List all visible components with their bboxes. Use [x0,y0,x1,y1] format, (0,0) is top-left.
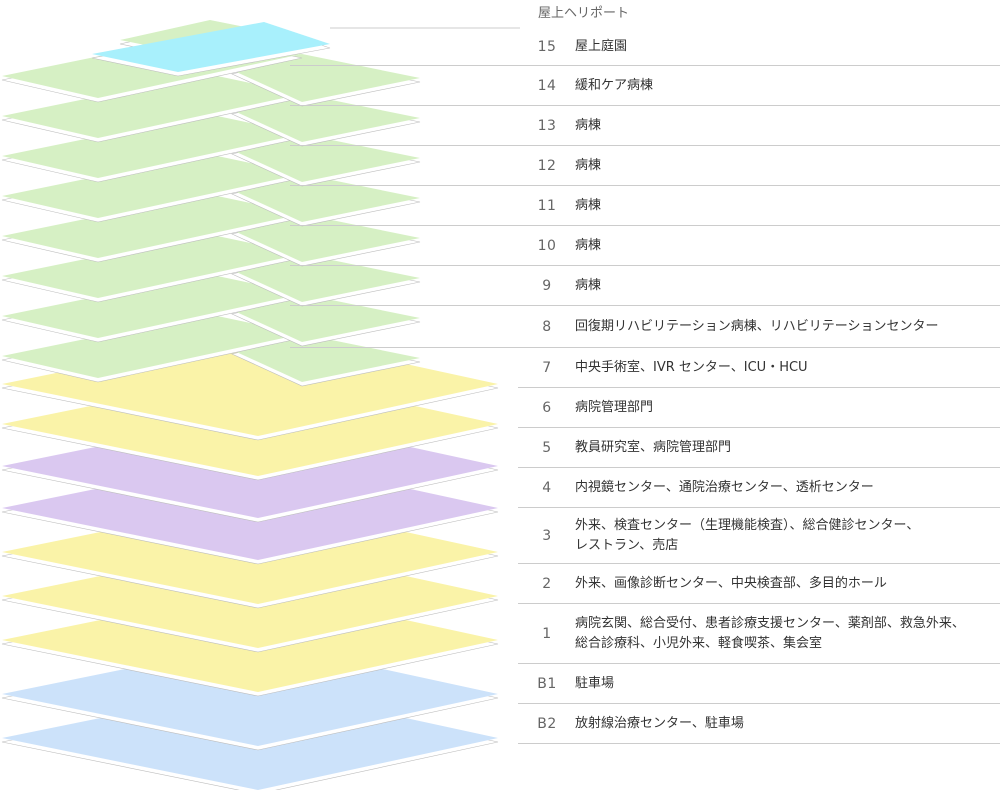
floor-facilities: 中央手術室、IVR センター、ICU・HCU [575,360,808,375]
floor-row-b1: B1 駐車場 [518,664,1000,704]
floor-facilities: 駐車場 [575,676,615,691]
floor-number: 6 [542,400,552,416]
floor-facilities: 外来、検査センター（生理機能検査）、総合健診センター、 レストラン、売店 [575,518,920,553]
floor-number: 7 [542,360,552,376]
floor-number: 2 [542,576,552,592]
floor-number: 4 [542,480,552,496]
floor-row-14: 14 緩和ケア病棟 [290,66,1000,106]
floor-list: 15 屋上庭園 14 緩和ケア病棟 13 病棟 12 病棟 11 病棟 10 病棟 9 病棟 8 回復期リハビ… [0,0,1000,790]
floor-number: B2 [537,716,557,732]
floor-row-13: 13 病棟 [290,106,1000,146]
floor-row-2: 2 外来、画像診断センター、中央検査部、多目的ホール [518,564,1000,604]
floor-number: 15 [537,39,557,55]
floor-row-b2: B2 放射線治療センター、駐車場 [518,704,1000,744]
floor-number: 10 [537,238,557,254]
row-divider [518,743,1000,744]
floor-row-11: 11 病棟 [290,186,1000,226]
floor-row-7: 7 中央手術室、IVR センター、ICU・HCU [518,348,1000,388]
floor-row-3: 3 外来、検査センター（生理機能検査）、総合健診センター、 レストラン、売店 [518,508,1000,564]
floor-row-12: 12 病棟 [290,146,1000,186]
floor-row-15: 15 屋上庭園 [290,28,1000,66]
floor-number: 1 [542,626,552,642]
floor-row-9: 9 病棟 [290,266,1000,306]
floor-facilities: 放射線治療センター、駐車場 [575,716,744,731]
floor-number: 3 [542,528,552,544]
floor-facilities: 内視鏡センター、通院治療センター、透析センター [575,480,874,495]
floor-guide: 屋上ヘリポート 15 屋上庭園 14 緩和ケア病棟 13 病棟 12 病棟 11 病棟 10 病棟 9 病… [0,0,1000,790]
floor-facilities: 教員研究室、病院管理部門 [575,440,732,455]
floor-facilities: 屋上庭園 [575,39,628,54]
floor-facilities: 病院管理部門 [575,400,654,415]
floor-number: B1 [537,676,557,692]
floor-facilities: 病棟 [575,118,602,133]
floor-row-6: 6 病院管理部門 [518,388,1000,428]
floor-facilities: 病棟 [575,278,602,293]
floor-row-10: 10 病棟 [290,226,1000,266]
floor-number: 13 [537,118,557,134]
floor-number: 12 [537,158,557,174]
floor-row-8: 8 回復期リハビリテーション病棟、リハビリテーションセンター [290,306,1000,348]
floor-facilities: 病棟 [575,238,602,253]
floor-row-5: 5 教員研究室、病院管理部門 [518,428,1000,468]
floor-number: 11 [537,198,557,214]
floor-facilities: 病院玄関、総合受付、患者診療支援センター、薬剤部、救急外来、 総合診療科、小児外来… [575,616,965,651]
floor-facilities: 緩和ケア病棟 [575,78,654,93]
floor-facilities: 外来、画像診断センター、中央検査部、多目的ホール [575,576,887,591]
floor-number: 8 [542,319,552,335]
floor-facilities: 病棟 [575,158,602,173]
floor-facilities: 回復期リハビリテーション病棟、リハビリテーションセンター [575,319,939,334]
floor-facilities: 病棟 [575,198,602,213]
floor-number: 9 [542,278,552,294]
floor-row-4: 4 内視鏡センター、通院治療センター、透析センター [518,468,1000,508]
floor-row-1: 1 病院玄関、総合受付、患者診療支援センター、薬剤部、救急外来、 総合診療科、小児外… [518,604,1000,664]
floor-number: 14 [537,78,557,94]
floor-number: 5 [542,440,552,456]
